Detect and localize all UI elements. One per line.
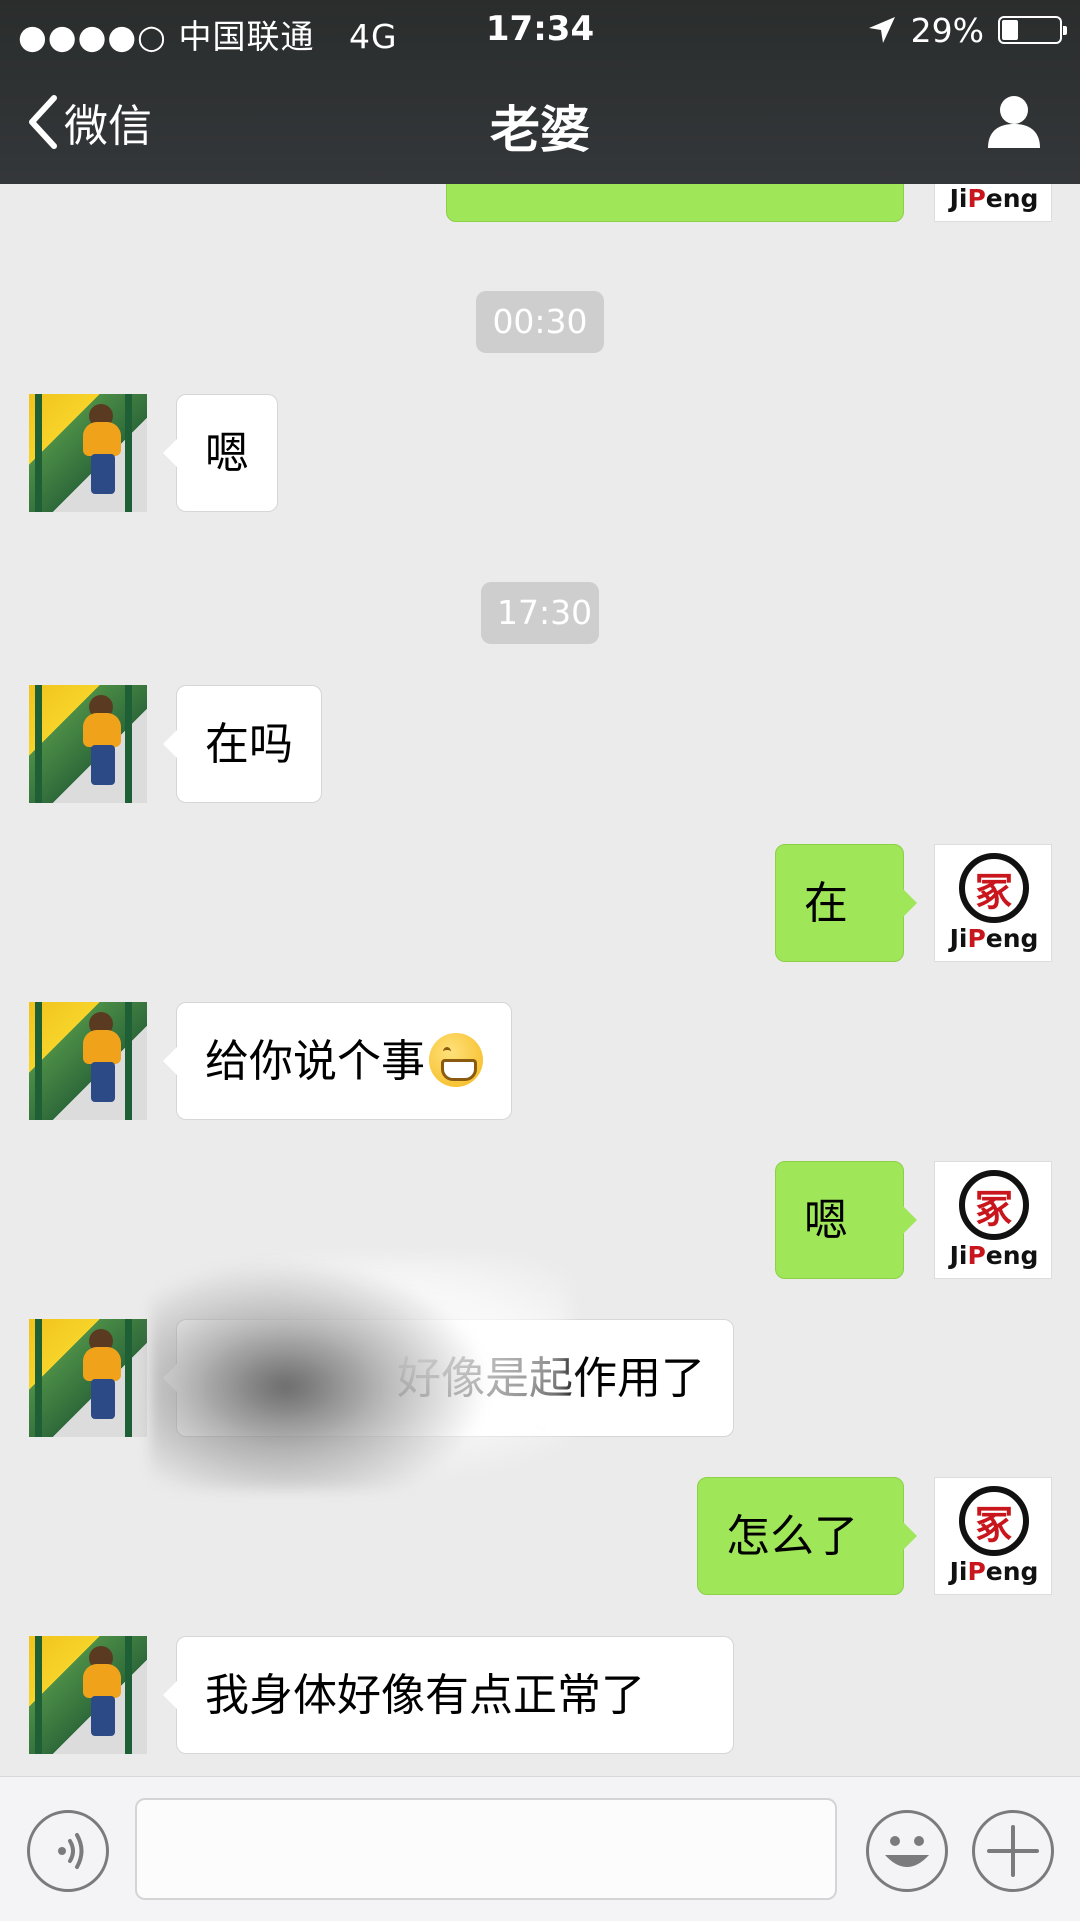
plus-button[interactable] [972, 1810, 1054, 1892]
chat-area[interactable]: 冢 JiPeng 00:30 嗯 17:30 在吗 在 冢 JiPeng 给你说… [0, 184, 1080, 1776]
message-bubble-in[interactable]: 嗯 [163, 394, 278, 512]
timestamp: 00:30 [476, 291, 604, 353]
avatar-me[interactable]: 冢 JiPeng [934, 1477, 1052, 1595]
battery-level [1002, 20, 1018, 40]
message-bubble-in[interactable]: 在吗 [163, 685, 322, 803]
message-bubble-in[interactable]: 给你说个事 [163, 1002, 512, 1120]
avatar-contact[interactable] [29, 685, 147, 803]
brand-text: JiPeng [949, 1241, 1039, 1270]
voice-icon [58, 1833, 84, 1869]
voice-button[interactable] [27, 1810, 109, 1892]
seal-logo: 冢 [959, 853, 1029, 923]
battery-icon [998, 16, 1067, 44]
message-text: 给你说个事 [205, 1036, 425, 1087]
battery-percent: 29% [910, 10, 984, 50]
avatar-me[interactable]: 冢 JiPeng [934, 184, 1052, 222]
avatar-contact[interactable] [29, 1319, 147, 1437]
seal-logo: 冢 [959, 1170, 1029, 1240]
emoji-button[interactable] [866, 1810, 948, 1892]
message-bubble-out[interactable]: 嗯 [775, 1161, 917, 1279]
message-input[interactable] [135, 1798, 837, 1900]
nav-bar: 微信 老婆 [0, 60, 1080, 184]
message-text: 好像是起作用了 [397, 1353, 705, 1404]
message-bubble-in[interactable]: 好像是起作用了 [163, 1319, 734, 1437]
plus-icon [987, 1825, 1039, 1877]
timestamp: 17:30 [481, 582, 599, 644]
seal-logo: 冢 [959, 1486, 1029, 1556]
avatar-contact[interactable] [29, 1636, 147, 1754]
avatar-me[interactable]: 冢 JiPeng [934, 844, 1052, 962]
input-bar [0, 1776, 1080, 1921]
status-bar: ●●●●○ 中国联通 4G 17:34 29% [0, 0, 1080, 60]
top-bar: ●●●●○ 中国联通 4G 17:34 29% 微信 老婆 [0, 0, 1080, 184]
brand-text: JiPeng [949, 184, 1039, 213]
status-right: 29% [867, 10, 1067, 50]
avatar-me[interactable]: 冢 JiPeng [934, 1161, 1052, 1279]
brand-text: JiPeng [949, 1557, 1039, 1586]
avatar-contact[interactable] [29, 394, 147, 512]
grin-emoji-icon [429, 1033, 483, 1087]
avatar-contact[interactable] [29, 1002, 147, 1120]
smiley-icon [885, 1836, 929, 1867]
message-bubble-out[interactable] [446, 184, 904, 222]
chat-title: 老婆 [490, 101, 590, 159]
location-arrow-icon [868, 17, 895, 43]
message-bubble-out[interactable]: 怎么了 [697, 1477, 917, 1595]
person-icon[interactable] [986, 94, 1042, 148]
message-bubble-in[interactable]: 我身体好像有点正常了 [163, 1636, 734, 1754]
message-bubble-out[interactable]: 在 [775, 844, 917, 962]
brand-text: JiPeng [949, 924, 1039, 953]
